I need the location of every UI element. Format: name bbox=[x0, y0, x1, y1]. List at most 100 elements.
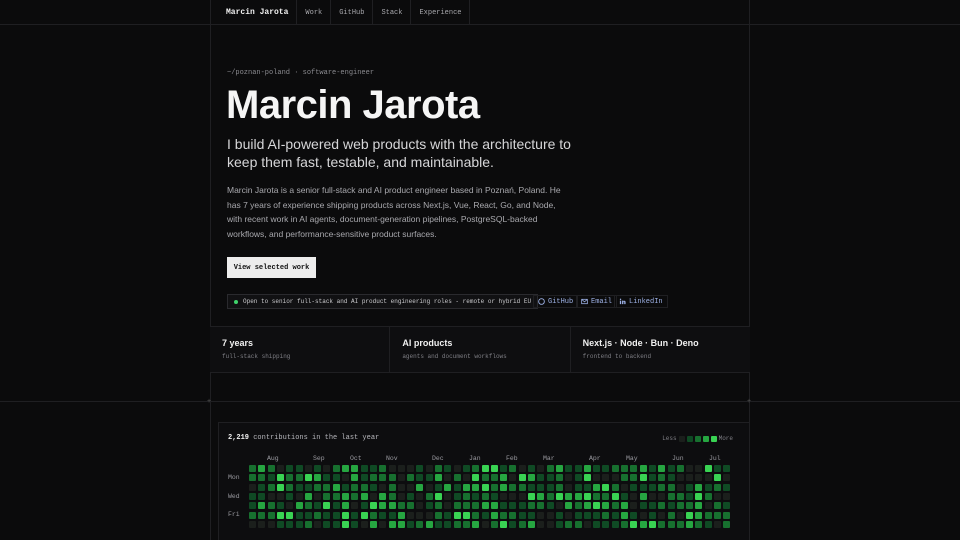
contribution-graph: 2,219 contributions in the last year Les… bbox=[218, 422, 750, 540]
contribution-cell bbox=[648, 474, 656, 482]
month-label: Feb bbox=[506, 455, 518, 462]
contribution-cell bbox=[258, 465, 266, 472]
contribution-cell bbox=[453, 511, 461, 519]
contribution-cell bbox=[621, 474, 628, 482]
contribution-cell bbox=[574, 465, 582, 472]
contribution-cell bbox=[397, 502, 405, 510]
email-link[interactable]: Email bbox=[576, 295, 618, 308]
contribution-cell bbox=[555, 520, 563, 528]
contribution-cell bbox=[286, 483, 294, 491]
contribution-cell bbox=[314, 492, 322, 500]
view-work-button[interactable]: View selected work bbox=[227, 257, 316, 278]
contribution-cell bbox=[500, 511, 508, 519]
contribution-cell bbox=[509, 511, 517, 519]
contribution-cell bbox=[686, 520, 694, 528]
contribution-cell bbox=[704, 465, 712, 472]
contribution-cell bbox=[249, 520, 256, 528]
contribution-cell bbox=[555, 492, 563, 500]
contribution-cell bbox=[379, 502, 387, 510]
contribution-cell bbox=[342, 511, 349, 519]
nav-stack[interactable]: Stack bbox=[372, 0, 410, 24]
contribution-cell bbox=[323, 483, 331, 491]
contribution-cell bbox=[481, 483, 489, 491]
contribution-cell bbox=[267, 483, 275, 491]
contribution-cell bbox=[304, 502, 312, 510]
stat-desc: agents and document workflows bbox=[402, 353, 507, 360]
contribution-cell bbox=[267, 520, 275, 528]
contribution-cell bbox=[481, 465, 489, 472]
contribution-cell bbox=[444, 492, 452, 500]
nav-work[interactable]: Work bbox=[296, 0, 330, 24]
contribution-cell bbox=[639, 511, 647, 519]
contribution-cell bbox=[639, 465, 647, 472]
month-label: May bbox=[626, 455, 638, 462]
contribution-cell bbox=[360, 465, 368, 472]
stat-ai: AI products agents and document workflow… bbox=[390, 327, 571, 372]
contribution-cell bbox=[676, 502, 684, 510]
month-label: Sep bbox=[313, 455, 325, 462]
contribution-cell bbox=[667, 520, 675, 528]
contribution-cell bbox=[490, 474, 498, 482]
contribution-cell bbox=[546, 492, 554, 500]
contribution-cell bbox=[332, 492, 340, 500]
contribution-summary: 2,219 contributions in the last year bbox=[228, 434, 379, 442]
contribution-cell bbox=[602, 511, 610, 519]
contribution-cell bbox=[574, 483, 582, 491]
contribution-cell bbox=[407, 511, 415, 519]
contribution-cell bbox=[360, 483, 368, 491]
contribution-cell bbox=[695, 520, 703, 528]
contribution-cell bbox=[314, 511, 322, 519]
contribution-cell bbox=[490, 511, 498, 519]
contribution-cell bbox=[537, 465, 545, 472]
contribution-cell bbox=[472, 511, 480, 519]
contribution-cell bbox=[444, 502, 452, 510]
brand-link[interactable]: Marcin Jarota bbox=[218, 0, 296, 24]
contribution-cell bbox=[332, 511, 340, 519]
contribution-cell bbox=[555, 511, 563, 519]
github-link[interactable]: GitHub bbox=[533, 295, 579, 308]
contribution-cell bbox=[621, 465, 628, 472]
contribution-cell bbox=[379, 483, 387, 491]
contribution-cell bbox=[686, 483, 694, 491]
contribution-cell bbox=[565, 465, 573, 472]
contribution-cell bbox=[416, 492, 424, 500]
stat-desc: frontend to backend bbox=[582, 353, 652, 360]
contribution-cell bbox=[258, 520, 266, 528]
contribution-cell bbox=[286, 502, 294, 510]
stat-desc: full-stack shipping bbox=[222, 353, 291, 360]
stat-value: AI products bbox=[402, 338, 453, 348]
contribution-cell bbox=[630, 511, 638, 519]
contribution-cell bbox=[369, 474, 377, 482]
contribution-cell bbox=[435, 474, 442, 482]
left-rail bbox=[210, 0, 211, 540]
contribution-cell bbox=[249, 474, 256, 482]
contribution-cell bbox=[425, 511, 433, 519]
contribution-cell bbox=[360, 474, 368, 482]
contribution-cell bbox=[676, 483, 684, 491]
contribution-cell bbox=[648, 465, 656, 472]
email-label: Email bbox=[591, 297, 613, 306]
contribution-cell bbox=[276, 483, 284, 491]
nav-github[interactable]: GitHub bbox=[330, 0, 372, 24]
contribution-cell bbox=[342, 502, 349, 510]
contribution-cell bbox=[258, 492, 266, 500]
contribution-cell bbox=[723, 474, 731, 482]
nav-experience[interactable]: Experience bbox=[410, 0, 471, 24]
contribution-cell bbox=[630, 520, 638, 528]
contribution-cell bbox=[686, 492, 694, 500]
contribution-cell bbox=[332, 520, 340, 528]
contribution-cell bbox=[714, 492, 721, 500]
contribution-cell bbox=[286, 474, 294, 482]
month-label: Oct bbox=[350, 455, 362, 462]
contribution-cell bbox=[723, 520, 731, 528]
contribution-cell bbox=[286, 520, 294, 528]
contribution-cell bbox=[388, 511, 396, 519]
contribution-cell bbox=[462, 502, 470, 510]
contribution-cell bbox=[723, 483, 731, 491]
contribution-cell bbox=[648, 520, 656, 528]
contribution-cell bbox=[714, 474, 721, 482]
contribution-cell bbox=[379, 465, 387, 472]
contribution-cell bbox=[286, 492, 294, 500]
contribution-cell bbox=[388, 520, 396, 528]
linkedin-link[interactable]: LinkedIn bbox=[614, 295, 668, 308]
